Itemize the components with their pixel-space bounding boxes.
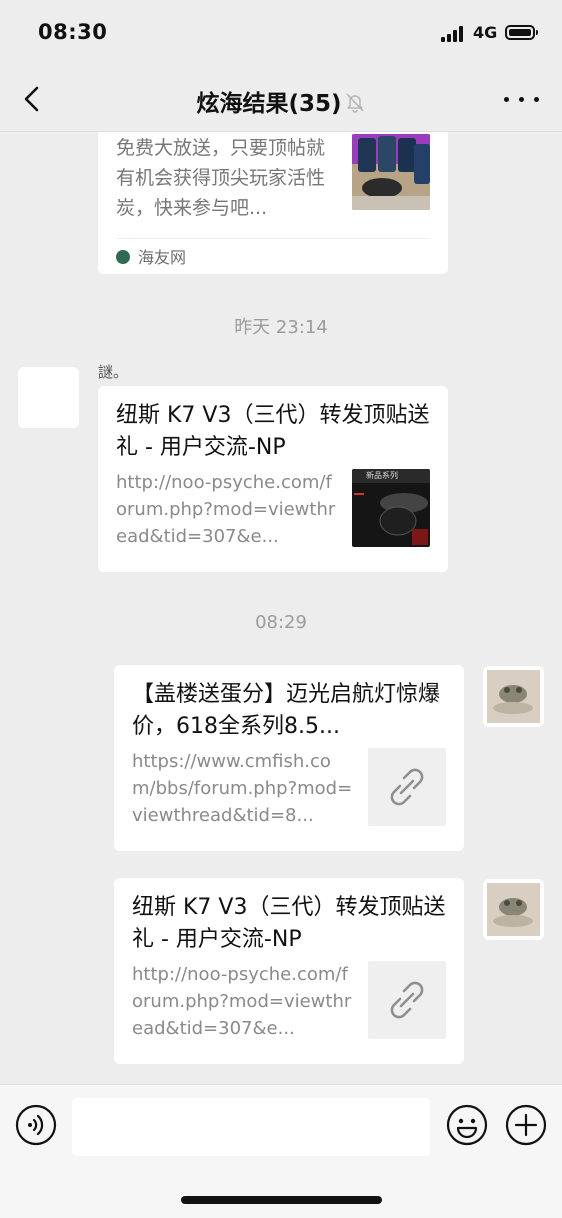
link-card-1[interactable]: 免费大放送，只要顶帖就有机会获得顶尖玩家活性炭，快来参与吧... 海友网 [98, 132, 448, 274]
link-card-4[interactable]: 纽斯 K7 V3（三代）转发顶贴送礼 - 用户交流-NP http://noo-… [114, 878, 464, 1064]
source-row: 海友网 [116, 244, 186, 268]
source-name: 海友网 [138, 248, 187, 267]
source-logo-icon [116, 250, 130, 264]
status-time: 08:30 [38, 20, 108, 44]
link-icon [368, 961, 446, 1039]
network-label: 4G [473, 23, 498, 42]
timestamp-2: 08:29 [255, 612, 307, 633]
link-card-4-title: 纽斯 K7 V3（三代）转发顶贴送礼 - 用户交流-NP [132, 895, 446, 952]
sender-name: 謎。 [98, 363, 129, 381]
signal-icon [441, 26, 467, 42]
chat-area[interactable]: 免费大放送，只要顶帖就有机会获得顶尖玩家活性炭，快来参与吧... 海友网 昨天 … [0, 132, 562, 1084]
link-card-2[interactable]: 纽斯 K7 V3（三代）转发顶贴送礼 - 用户交流-NP http://noo-… [98, 386, 448, 572]
more-icon[interactable] [502, 84, 542, 114]
mute-bell-icon [344, 91, 366, 119]
link-card-3[interactable]: 【盖楼送蛋分】迈光启航灯惊爆价，618全系列8.5... https://www… [114, 665, 464, 851]
link-card-2-title: 纽斯 K7 V3（三代）转发顶贴送礼 - 用户交流-NP [116, 403, 430, 460]
timestamp-1: 昨天 23:14 [234, 317, 328, 338]
home-indicator[interactable] [181, 1196, 382, 1204]
message-input[interactable] [72, 1098, 430, 1156]
chat-title: 炫海结果(35) [0, 84, 562, 119]
link-card-2-desc: http://noo-psyche.com/forum.php?mod=view… [116, 472, 336, 547]
link-card-4-desc: http://noo-psyche.com/forum.php?mod=view… [132, 964, 352, 1039]
link-card-3-desc: https://www.cmfish.com/bbs/forum.php?mod… [132, 751, 353, 826]
my-avatar[interactable] [483, 879, 544, 940]
source-divider [116, 238, 430, 239]
plus-icon[interactable] [505, 1104, 547, 1146]
link-card-1-desc: 免费大放送，只要顶帖就有机会获得顶尖玩家活性炭，快来参与吧... [116, 137, 326, 219]
aquarium-light-photo: 新品系列 [352, 469, 430, 547]
voice-icon[interactable] [15, 1104, 57, 1146]
nav-bar: 炫海结果(35) [0, 66, 562, 132]
link-icon [368, 748, 446, 826]
chat-title-text: 炫海结果(35) [196, 91, 342, 117]
status-bar: 08:30 4G [0, 0, 562, 66]
my-avatar[interactable] [483, 666, 544, 727]
battery-icon [505, 25, 538, 40]
link-card-3-title: 【盖楼送蛋分】迈光启航灯惊爆价，618全系列8.5... [132, 682, 441, 739]
sender-avatar[interactable] [18, 367, 79, 428]
thumbnail-caption: 新品系列 [366, 471, 398, 480]
emoji-icon[interactable] [446, 1104, 488, 1146]
product-jars-photo [352, 134, 430, 210]
